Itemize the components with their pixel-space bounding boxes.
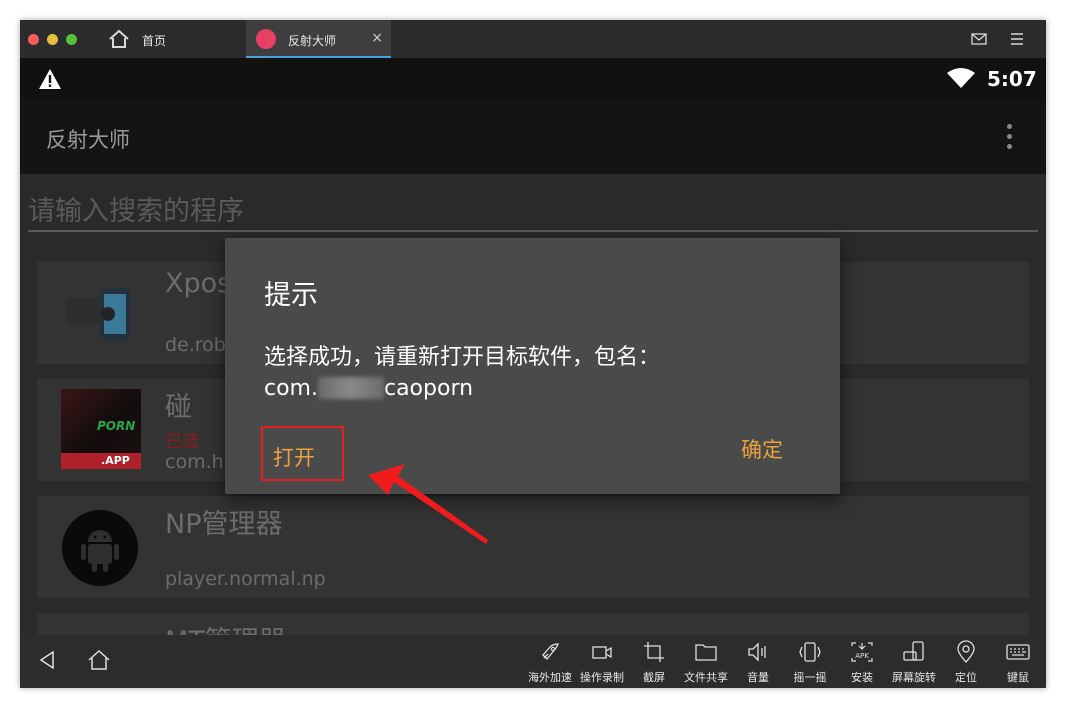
- tool-rotate-screen[interactable]: 屏幕旋转: [888, 640, 940, 686]
- app-name: NP管理器: [165, 509, 283, 540]
- android-status-bar: 5:07: [20, 58, 1046, 98]
- app-name: Xpos: [165, 268, 232, 299]
- minimize-window-button[interactable]: [47, 34, 58, 45]
- app-icon-text: PORN: [97, 419, 136, 433]
- tool-screenshot[interactable]: 截屏: [628, 640, 680, 686]
- video-icon: [592, 646, 612, 659]
- confirm-button[interactable]: 确定: [741, 434, 783, 464]
- tool-label: 键鼠: [1007, 671, 1029, 684]
- keyboard-icon: [1006, 644, 1030, 660]
- svg-text:APK: APK: [855, 652, 869, 660]
- open-button[interactable]: 打开: [261, 426, 344, 481]
- android-icon: [62, 510, 138, 586]
- red-arrow-annotation: [368, 464, 488, 544]
- prompt-dialog: 提示 选择成功，请重新打开目标软件，包名： com. caoporn 打开 确定: [225, 238, 840, 494]
- tool-label: 屏幕旋转: [892, 671, 936, 684]
- tool-volume[interactable]: 音量: [732, 640, 784, 686]
- redacted-blur: [317, 377, 384, 399]
- dialog-message-prefix: com.: [264, 376, 318, 401]
- tool-label: 海外加速: [528, 671, 572, 684]
- tool-label: 摇一摇: [793, 671, 827, 684]
- app-package: de.rob: [165, 334, 226, 356]
- rocket-icon: [542, 643, 560, 660]
- bottom-toolbar: 海外加速 操作录制 截屏 文件共享 音量 摇一摇 APK 安装 屏幕旋转 定位 …: [20, 635, 1046, 688]
- dialog-message: 选择成功，请重新打开目标软件，包名： com. caoporn: [264, 342, 804, 404]
- tool-shake[interactable]: 摇一摇: [784, 640, 836, 686]
- app-package: com.h: [165, 451, 224, 473]
- app-title: 反射大师: [46, 128, 130, 152]
- tab-home[interactable]: 首页: [100, 20, 245, 58]
- wifi-icon: [947, 68, 975, 88]
- tool-label: 安装: [851, 671, 873, 684]
- mail-icon[interactable]: [970, 31, 988, 47]
- app-name: MT管理器: [165, 619, 286, 635]
- emulator-window: 首页 反射大师 × 5:07 反射大师 请输入搜索的程序 Xpos de.rob…: [20, 20, 1046, 688]
- mt-manager-icon: [60, 625, 140, 635]
- back-icon[interactable]: [38, 650, 56, 670]
- location-icon: [957, 640, 975, 663]
- home-icon: [109, 29, 129, 48]
- apk-icon: APK: [851, 642, 873, 662]
- tool-label: 文件共享: [684, 671, 728, 684]
- close-window-button[interactable]: [28, 34, 39, 45]
- tool-label: 定位: [955, 671, 977, 684]
- xposed-puzzle-icon: [66, 288, 130, 340]
- crop-icon: [644, 642, 664, 662]
- shake-icon: [799, 642, 821, 662]
- search-input[interactable]: [28, 192, 1038, 232]
- title-bar: 首页 反射大师 ×: [20, 20, 1046, 58]
- list-item[interactable]: MT管理器: [37, 613, 1029, 635]
- status-clock: 5:07: [987, 67, 1037, 91]
- app-package: player.normal.np: [165, 568, 326, 590]
- tab-reflect-master[interactable]: 反射大师 ×: [246, 20, 391, 58]
- maximize-window-button[interactable]: [66, 34, 77, 45]
- app-icon-subtext: .APP: [101, 454, 130, 467]
- list-item[interactable]: NP管理器 player.normal.np: [37, 496, 1029, 598]
- tool-file-share[interactable]: 文件共享: [680, 640, 732, 686]
- tool-location[interactable]: 定位: [940, 640, 992, 686]
- volume-icon: [748, 642, 766, 662]
- tool-record[interactable]: 操作录制: [576, 640, 628, 686]
- dialog-message-suffix: caoporn: [383, 376, 474, 401]
- hamburger-menu-icon[interactable]: [1008, 31, 1026, 47]
- tool-label: 截屏: [643, 671, 665, 684]
- app-icon-image: PORN .APP: [61, 389, 141, 469]
- tab-reflect-master-label: 反射大师: [288, 34, 337, 48]
- tool-overseas-boost[interactable]: 海外加速: [524, 640, 576, 686]
- overflow-menu-icon[interactable]: [1004, 122, 1014, 152]
- app-bar: 反射大师: [20, 98, 1046, 174]
- dialog-message-line1: 选择成功，请重新打开目标软件，包名：: [264, 345, 661, 370]
- app-selected-status: 已选: [165, 432, 199, 452]
- reflect-master-app-icon: [256, 29, 276, 49]
- tool-keyboard-mouse[interactable]: 键鼠: [992, 640, 1044, 686]
- tab-close-icon[interactable]: ×: [371, 30, 383, 46]
- tool-install-apk[interactable]: APK 安装: [836, 640, 888, 686]
- android-home-icon[interactable]: [87, 648, 111, 672]
- rotate-icon: [903, 641, 924, 661]
- folder-icon: [695, 644, 717, 661]
- tool-label: 操作录制: [580, 671, 624, 684]
- dialog-title: 提示: [264, 280, 318, 311]
- tool-label: 音量: [747, 671, 769, 684]
- tab-home-label: 首页: [142, 34, 167, 48]
- app-name: 碰: [165, 392, 192, 423]
- warning-icon: [39, 69, 61, 89]
